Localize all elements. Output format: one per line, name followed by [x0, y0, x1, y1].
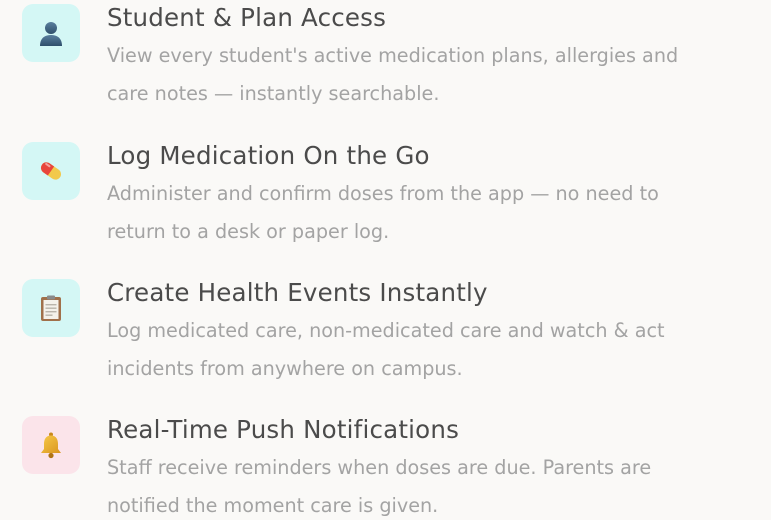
feature-description-line: care notes — instantly searchable.	[107, 81, 440, 105]
feature-description: Administer and confirm doses from the ap…	[107, 175, 767, 250]
feature-icon-tile	[22, 416, 80, 474]
feature-description: View every student's active medication p…	[107, 37, 767, 112]
feature-description-line: incidents from anywhere on campus.	[107, 356, 463, 380]
feature-icon-tile	[22, 142, 80, 200]
feature-list: Student & Plan Access View every student…	[0, 0, 771, 520]
feature-description-line: notified the moment care is given.	[107, 493, 439, 517]
person-icon	[36, 18, 66, 48]
feature-title: Create Health Events Instantly	[107, 278, 488, 307]
bell-icon	[36, 430, 66, 460]
feature-icon-tile	[22, 279, 80, 337]
feature-description: Log medicated care, non-medicated care a…	[107, 312, 767, 387]
feature-title: Real-Time Push Notifications	[107, 415, 460, 444]
feature-title: Student & Plan Access	[107, 3, 387, 32]
feature-description-line: Administer and confirm doses from the ap…	[107, 182, 659, 205]
feature-description: Staff receive reminders when doses are d…	[107, 449, 767, 520]
feature-description-line: View every student's active medication p…	[107, 44, 679, 67]
clipboard-icon	[36, 293, 66, 323]
feature-description-line: return to a desk or paper log.	[107, 219, 390, 243]
feature-description-line: Log medicated care, non-medicated care a…	[107, 319, 665, 342]
feature-description-line: Staff receive reminders when doses are d…	[107, 456, 652, 479]
feature-icon-tile	[22, 4, 80, 62]
pill-icon	[36, 156, 66, 186]
feature-title: Log Medication On the Go	[107, 141, 430, 170]
